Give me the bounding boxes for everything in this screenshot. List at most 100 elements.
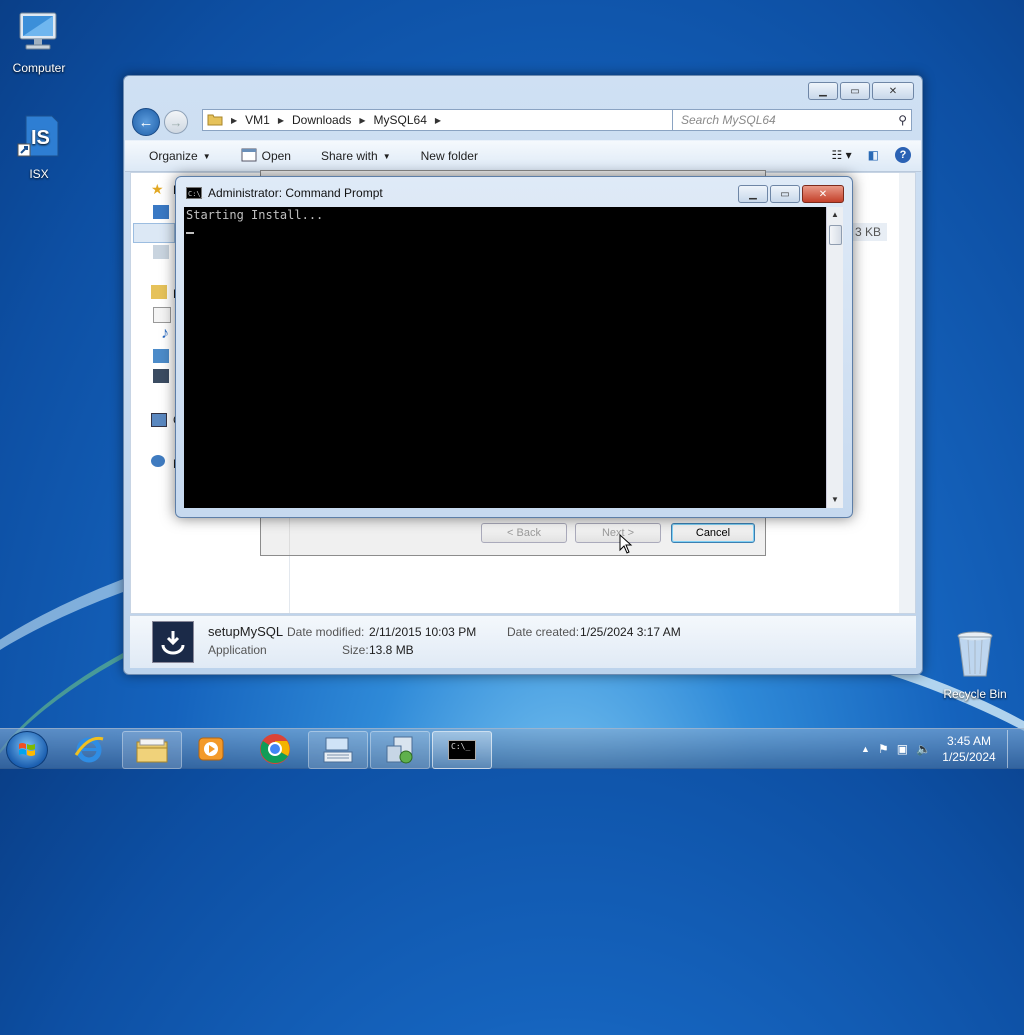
size-value: 13.8 MB — [369, 643, 414, 657]
open-button[interactable]: Open — [241, 148, 291, 165]
maximize-icon: ▭ — [850, 85, 860, 97]
close-button[interactable]: ✕ — [802, 185, 844, 203]
cmd-title: Administrator: Command Prompt — [208, 186, 383, 200]
selected-nav-item[interactable] — [133, 223, 175, 243]
breadcrumb-arrow-icon[interactable]: ▶ — [278, 116, 284, 125]
favorites-star-icon: ★ — [151, 181, 164, 197]
organize-label: Organize — [149, 149, 198, 163]
organize-button[interactable]: Organize ▼ — [149, 149, 211, 163]
pictures-icon — [153, 349, 169, 363]
desktop-computer[interactable]: Computer — [1, 10, 77, 75]
scroll-up-icon[interactable]: ▲ — [827, 207, 843, 223]
taskbar: C:\_ ▲ ⚑ ▣ 🔈 3:45 AM 1/25/2024 — [0, 728, 1024, 769]
action-center-flag-icon[interactable]: ⚑ — [878, 742, 889, 756]
console-line: Starting Install... — [186, 208, 324, 222]
computer-nav-icon — [151, 413, 167, 427]
share-with-label: Share with — [320, 149, 378, 163]
videos-icon — [153, 369, 169, 383]
back-button[interactable]: < Back — [481, 523, 567, 543]
command-bar: Organize ▼ Open Share with ▼ New folder … — [125, 140, 921, 172]
libraries-icon — [151, 285, 167, 299]
system-tray: ▲ ⚑ ▣ 🔈 3:45 AM 1/25/2024 — [861, 730, 1020, 768]
clock[interactable]: 3:45 AM 1/25/2024 — [939, 733, 999, 765]
setup-app-icon — [152, 621, 194, 663]
desktop-icon-label: Recycle Bin — [943, 687, 1007, 701]
computer-icon — [1, 10, 77, 57]
desktop-isx[interactable]: IS ISX — [1, 114, 77, 181]
close-button[interactable]: ✕ — [872, 82, 914, 100]
view-options-icon[interactable]: ☷ ▾ — [832, 148, 852, 162]
date-modified-label: Date modified: — [287, 625, 365, 639]
show-hidden-icons-icon[interactable]: ▲ — [861, 744, 870, 754]
chevron-down-icon: ▼ — [382, 151, 391, 161]
taskbar-installer-app[interactable] — [370, 731, 430, 769]
search-box[interactable]: Search MySQL64 ⚲ — [672, 109, 912, 131]
close-icon: ✕ — [888, 85, 898, 97]
cmd-title-bar: C:\_ Administrator: Command Prompt — [186, 186, 383, 200]
internet-explorer-icon — [74, 736, 104, 763]
recycle-bin-icon — [937, 630, 1013, 683]
cancel-button[interactable]: Cancel — [671, 523, 755, 543]
command-prompt-window[interactable]: C:\_ Administrator: Command Prompt ▁ ▭ ✕… — [175, 176, 853, 518]
help-icon[interactable]: ? — [895, 147, 911, 163]
content-scrollbar[interactable] — [899, 173, 915, 613]
forward-button[interactable]: → — [164, 110, 188, 134]
taskbar-media-player[interactable] — [182, 731, 240, 767]
documents-icon — [153, 307, 171, 323]
open-app-icon — [241, 148, 257, 165]
file-type: Application — [208, 643, 267, 657]
maximize-icon: ▭ — [780, 188, 790, 200]
taskbar-chrome[interactable] — [246, 731, 304, 767]
back-button[interactable]: ← — [132, 108, 160, 136]
search-input[interactable]: Search MySQL64 — [681, 113, 776, 127]
size-label: Size: — [342, 643, 369, 657]
maximize-button[interactable]: ▭ — [770, 185, 800, 203]
clock-date: 1/25/2024 — [942, 750, 996, 764]
recent-places-icon — [153, 245, 169, 259]
next-button[interactable]: Next > — [575, 523, 661, 543]
console-output[interactable]: Starting Install... — [184, 207, 826, 508]
minimize-button[interactable]: ▁ — [738, 185, 768, 203]
clock-time: 3:45 AM — [946, 734, 992, 748]
breadcrumb-arrow-icon[interactable]: ▶ — [359, 116, 365, 125]
svg-text:IS: IS — [31, 127, 50, 149]
folder-icon — [207, 112, 223, 129]
minimize-button[interactable]: ▁ — [808, 82, 838, 100]
maximize-button[interactable]: ▭ — [840, 82, 870, 100]
forward-arrow-icon: → — [169, 114, 183, 130]
command-prompt-icon: C:\_ — [448, 740, 476, 760]
date-created-value: 1/25/2024 3:17 AM — [580, 625, 681, 639]
new-folder-label: New folder — [420, 149, 478, 163]
new-folder-button[interactable]: New folder — [421, 149, 478, 163]
taskbar-command-prompt[interactable]: C:\_ — [432, 731, 492, 769]
share-with-button[interactable]: Share with ▼ — [321, 149, 391, 163]
taskbar-file-explorer[interactable] — [122, 731, 182, 769]
preview-pane-icon[interactable]: ◧ — [868, 148, 879, 162]
taskbar-keyboard-app[interactable] — [308, 731, 368, 769]
desktop-recycle-bin[interactable]: Recycle Bin — [937, 630, 1013, 701]
media-player-icon — [198, 737, 224, 761]
volume-muted-icon[interactable]: 🔈 — [916, 742, 931, 756]
scroll-thumb[interactable] — [829, 225, 842, 245]
minimize-icon: ▁ — [819, 85, 827, 97]
breadcrumb-downloads[interactable]: Downloads — [292, 113, 351, 127]
taskbar-internet-explorer[interactable] — [60, 731, 118, 767]
navigation-bar: ← → ▶ VM1 ▶ Downloads ▶ MySQL64 ▶ ▼ ⇆ Se… — [132, 108, 914, 136]
breadcrumb-arrow-icon[interactable]: ▶ — [435, 116, 441, 125]
keyboard-app-icon — [323, 737, 353, 763]
file-explorer-icon — [136, 738, 168, 763]
scroll-down-icon[interactable]: ▼ — [827, 492, 843, 508]
desktop-icon-label: Computer — [12, 61, 66, 75]
start-button[interactable] — [6, 731, 48, 769]
breadcrumb-mysql64[interactable]: MySQL64 — [374, 113, 427, 127]
show-desktop-button[interactable] — [1007, 730, 1020, 768]
installer-buttons: < Back Next > Cancel — [481, 523, 755, 543]
network-status-icon[interactable]: ▣ — [897, 742, 908, 756]
view-controls: ☷ ▾ ◧ ? — [832, 147, 911, 163]
date-modified-value: 2/11/2015 10:03 PM — [369, 625, 477, 639]
breadcrumb-vm1[interactable]: VM1 — [245, 113, 270, 127]
console-scrollbar[interactable]: ▲ ▼ — [826, 207, 843, 508]
isx-shortcut-icon: IS — [1, 114, 77, 163]
chrome-icon — [260, 734, 290, 764]
search-icon: ⚲ — [898, 113, 907, 127]
